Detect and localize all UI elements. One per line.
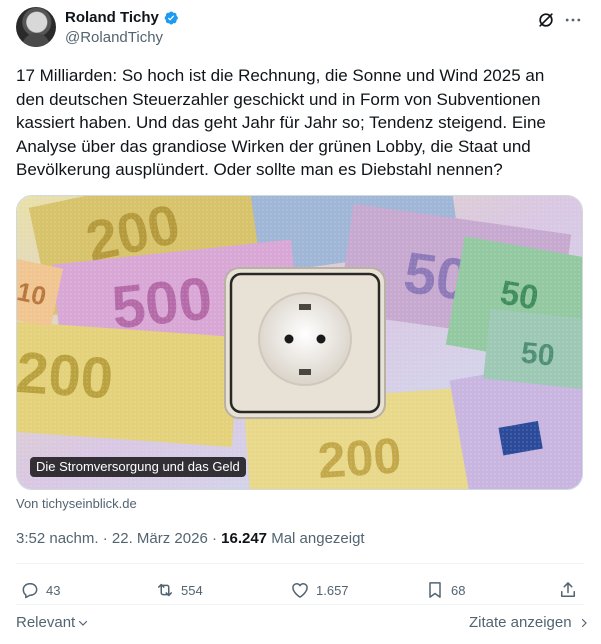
meta-separator: ·	[102, 530, 108, 547]
views-label: Mal angezeigt	[271, 530, 365, 547]
divider	[16, 563, 584, 564]
link-card[interactable]: 200 500 500 200 50 200	[16, 195, 583, 490]
view-quotes-link[interactable]: Zitate anzeigen	[469, 614, 590, 631]
view-count: 16.247	[221, 530, 268, 547]
card-source[interactable]: Von tichyseinblick.de	[16, 496, 137, 511]
meta-separator: ·	[211, 530, 217, 547]
like-count: 1.657	[316, 582, 349, 598]
tweet-text: 17 Milliarden: So hoch ist die Rechnung,…	[16, 66, 546, 179]
chevron-right-icon	[581, 618, 587, 627]
verified-badge-icon	[164, 11, 178, 25]
reply-icon	[22, 583, 38, 599]
reply-count: 43	[46, 582, 61, 598]
reply-button[interactable]: 43	[20, 580, 60, 600]
repost-icon	[158, 583, 172, 597]
bookmark-count: 68	[451, 582, 466, 598]
author-avatar[interactable]	[16, 7, 56, 47]
quotes-label: Zitate anzeigen	[469, 614, 572, 631]
card-caption: Die Stromversorgung und das Geld	[30, 457, 246, 477]
card-image: 200 500 500 200 50 200	[17, 196, 582, 489]
like-button[interactable]: 1.657	[290, 580, 349, 600]
author-name[interactable]: Roland Tichy	[65, 8, 159, 28]
author-handle[interactable]: @RolandTichy	[65, 28, 163, 48]
bookmark-icon	[429, 582, 441, 598]
tweet-date[interactable]: 22. März 2026	[112, 530, 208, 547]
chevron-down-icon	[79, 620, 88, 626]
share-icon	[561, 582, 575, 597]
more-options-icon[interactable]	[563, 10, 583, 30]
heart-icon	[292, 583, 308, 598]
repost-count: 554	[181, 582, 203, 598]
bookmark-button[interactable]: 68	[425, 580, 465, 600]
divider	[16, 604, 584, 605]
tweet-meta: 3:52 nachm. · 22. März 2026 · 16.247 Mal…	[16, 530, 365, 547]
sort-replies-dropdown[interactable]: Relevant	[16, 614, 89, 631]
grok-icon[interactable]	[536, 10, 556, 30]
sort-label: Relevant	[16, 614, 76, 631]
tweet-time[interactable]: 3:52 nachm.	[16, 530, 99, 547]
repost-button[interactable]: 554	[155, 580, 203, 600]
share-button[interactable]	[558, 580, 578, 600]
